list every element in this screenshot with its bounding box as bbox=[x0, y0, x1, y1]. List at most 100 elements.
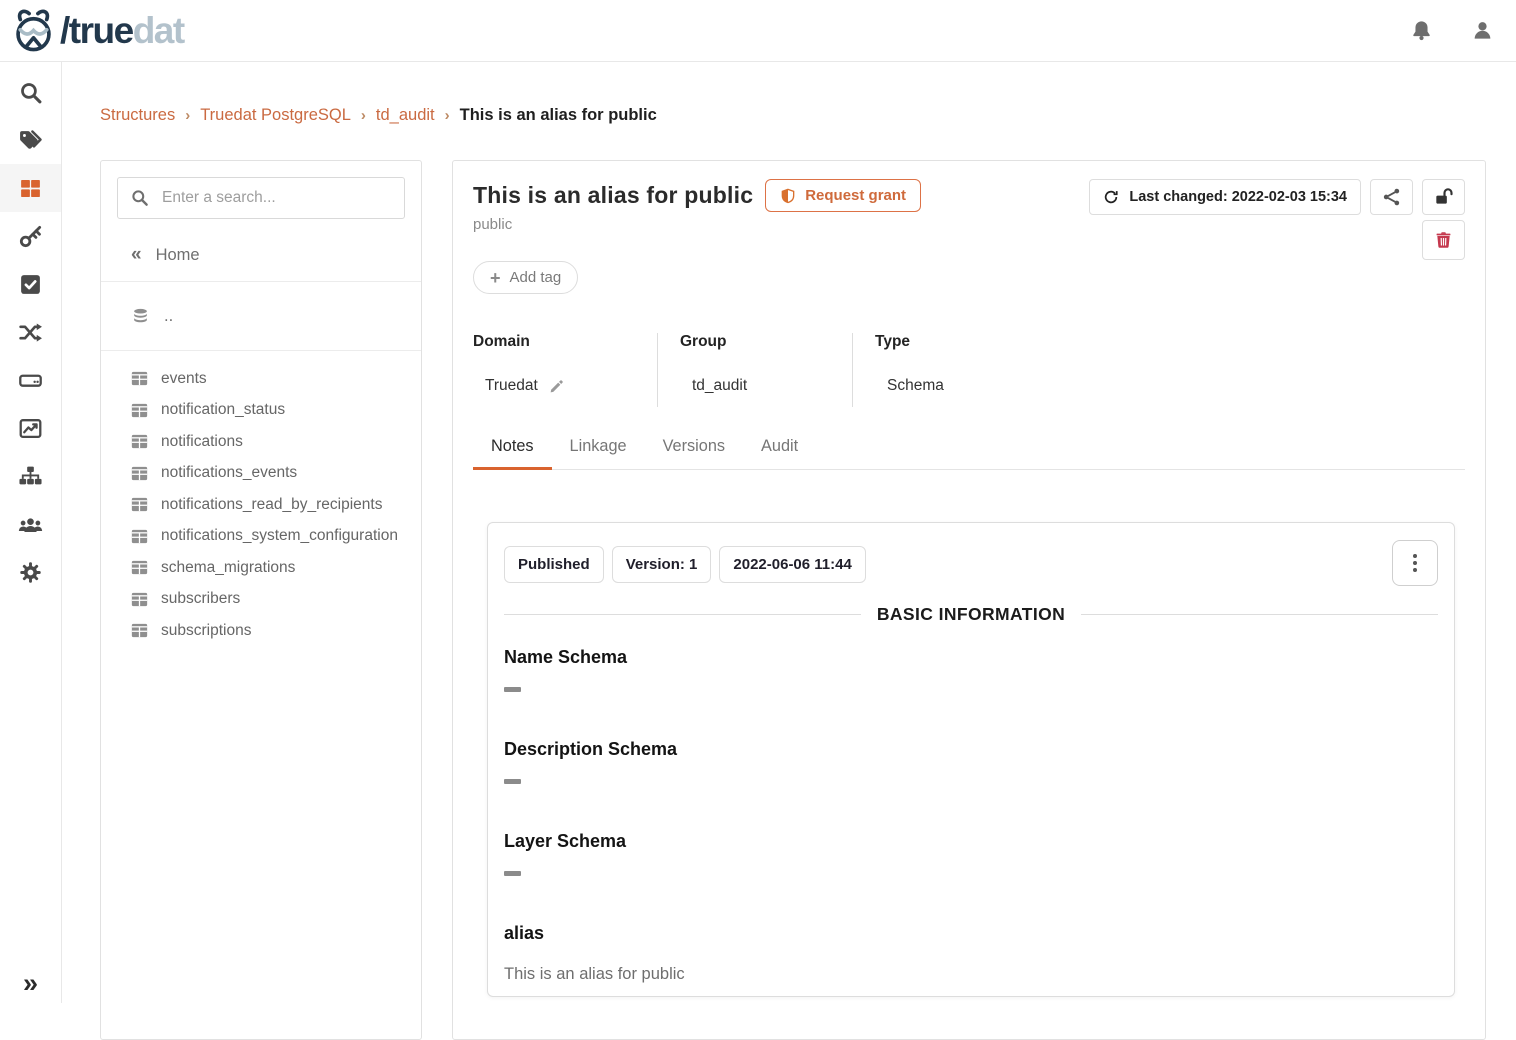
database-icon bbox=[131, 307, 150, 326]
add-tag-button[interactable]: + Add tag bbox=[473, 261, 578, 294]
table-name: subscribers bbox=[161, 590, 240, 608]
breadcrumb-link-system[interactable]: Truedat PostgreSQL bbox=[200, 106, 351, 125]
request-grant-label: Request grant bbox=[805, 187, 906, 204]
edit-pencil-icon[interactable] bbox=[549, 378, 565, 394]
delete-button[interactable] bbox=[1422, 220, 1465, 260]
search-icon bbox=[18, 80, 43, 105]
sidebar-item-search[interactable] bbox=[0, 68, 61, 116]
table-list-item[interactable]: notifications_system_configuration bbox=[101, 521, 421, 553]
user-icon[interactable] bbox=[1471, 19, 1494, 42]
check-square-icon bbox=[18, 272, 43, 297]
search-icon bbox=[130, 188, 149, 207]
note-field: Layer Schema bbox=[504, 830, 1438, 876]
request-grant-button[interactable]: Request grant bbox=[765, 179, 921, 212]
table-list-item[interactable]: notifications_read_by_recipients bbox=[101, 489, 421, 521]
logo-wordmark: /truedat bbox=[60, 12, 184, 49]
tab-notes[interactable]: Notes bbox=[473, 437, 552, 469]
search-input[interactable] bbox=[117, 177, 405, 219]
unlock-button[interactable] bbox=[1422, 179, 1465, 215]
table-list-item[interactable]: schema_migrations bbox=[101, 552, 421, 584]
bell-icon[interactable] bbox=[1410, 19, 1433, 42]
table-name: events bbox=[161, 370, 207, 388]
table-list-item[interactable]: subscribers bbox=[101, 584, 421, 616]
unlock-icon bbox=[1434, 187, 1454, 207]
breadcrumb: Structures › Truedat PostgreSQL › td_aud… bbox=[100, 106, 657, 125]
owl-logo-icon bbox=[10, 7, 57, 54]
structure-browser-panel: « Home .. events notification_status not… bbox=[100, 160, 422, 1040]
group-label: Group bbox=[680, 333, 852, 351]
angles-right-icon: » bbox=[23, 968, 38, 998]
sidebar-item-structures[interactable] bbox=[0, 164, 61, 212]
home-button[interactable]: « Home bbox=[101, 229, 421, 281]
table-list: events notification_status notifications… bbox=[101, 351, 421, 647]
field-label: Description Schema bbox=[504, 738, 1438, 760]
sidebar-item-quality[interactable] bbox=[0, 260, 61, 308]
kebab-icon bbox=[1413, 554, 1417, 558]
structure-detail-panel: This is an alias for public Request gran… bbox=[452, 160, 1486, 1040]
table-list-item[interactable]: notification_status bbox=[101, 395, 421, 427]
version-badge: Version: 1 bbox=[612, 546, 712, 583]
sidebar-item-permissions[interactable] bbox=[0, 212, 61, 260]
sidebar-item-taxonomy[interactable] bbox=[0, 452, 61, 500]
gear-icon bbox=[18, 560, 43, 585]
field-label: alias bbox=[504, 922, 1438, 944]
sidebar-item-dashboards[interactable] bbox=[0, 404, 61, 452]
note-field: Name Schema bbox=[504, 646, 1438, 692]
note-menu-button[interactable] bbox=[1392, 540, 1438, 586]
divider bbox=[1081, 614, 1438, 615]
tab-versions[interactable]: Versions bbox=[645, 437, 743, 469]
table-icon bbox=[131, 403, 148, 418]
plus-icon: + bbox=[490, 269, 501, 287]
sidebar-item-systems[interactable] bbox=[0, 356, 61, 404]
empty-value-dash bbox=[504, 687, 521, 692]
home-label: Home bbox=[156, 246, 200, 265]
users-icon bbox=[18, 512, 43, 537]
sidebar-item-groups[interactable] bbox=[0, 500, 61, 548]
share-button[interactable] bbox=[1370, 179, 1413, 215]
table-list-item[interactable]: subscriptions bbox=[101, 615, 421, 647]
empty-value-dash bbox=[504, 779, 521, 784]
table-list-item[interactable]: notifications_events bbox=[101, 458, 421, 490]
sidebar-item-settings[interactable] bbox=[0, 548, 61, 596]
table-list-item[interactable]: notifications bbox=[101, 426, 421, 458]
table-icon bbox=[131, 592, 148, 607]
table-name: subscriptions bbox=[161, 622, 251, 640]
table-list-item[interactable]: events bbox=[101, 363, 421, 395]
chevron-right-icon: › bbox=[445, 107, 450, 124]
status-badge: Published bbox=[504, 546, 604, 583]
breadcrumb-link-group[interactable]: td_audit bbox=[376, 106, 435, 125]
breadcrumb-link-structures[interactable]: Structures bbox=[100, 106, 175, 125]
table-name: schema_migrations bbox=[161, 559, 295, 577]
tab-audit[interactable]: Audit bbox=[743, 437, 816, 469]
field-label: Name Schema bbox=[504, 646, 1438, 668]
breadcrumb-current: This is an alias for public bbox=[460, 106, 657, 125]
table-name: notifications_events bbox=[161, 464, 297, 482]
chevron-right-icon: › bbox=[185, 107, 190, 124]
last-changed-button[interactable]: Last changed: 2022-02-03 15:34 bbox=[1089, 179, 1361, 215]
sidebar-rail: » bbox=[0, 62, 62, 1003]
refresh-icon bbox=[1103, 189, 1119, 205]
truedat-logo[interactable]: /truedat bbox=[10, 7, 184, 54]
sidebar-expand-button[interactable]: » bbox=[0, 970, 61, 997]
type-label: Type bbox=[875, 333, 1465, 351]
add-tag-label: Add tag bbox=[510, 269, 562, 286]
sitemap-icon bbox=[18, 464, 43, 489]
tags-icon bbox=[18, 128, 43, 153]
note-field: Description Schema bbox=[504, 738, 1438, 784]
structure-meta: Domain Truedat Group td_audit Type Schem… bbox=[473, 333, 1465, 407]
shuffle-icon bbox=[18, 320, 43, 345]
chevron-right-icon: › bbox=[361, 107, 366, 124]
angles-left-icon: « bbox=[131, 244, 142, 266]
sidebar-item-tags[interactable] bbox=[0, 116, 61, 164]
date-badge: 2022-06-06 11:44 bbox=[719, 546, 865, 583]
parent-schema-item[interactable]: .. bbox=[101, 282, 421, 350]
tab-linkage[interactable]: Linkage bbox=[552, 437, 645, 469]
hard-drive-icon bbox=[18, 368, 43, 393]
table-icon bbox=[131, 560, 148, 575]
sidebar-item-lineage[interactable] bbox=[0, 308, 61, 356]
table-name: notifications_system_configuration bbox=[161, 527, 398, 545]
field-value: This is an alias for public bbox=[504, 963, 1438, 985]
table-icon bbox=[131, 434, 148, 449]
divider bbox=[504, 614, 861, 615]
last-changed-label: Last changed: 2022-02-03 15:34 bbox=[1129, 189, 1347, 205]
